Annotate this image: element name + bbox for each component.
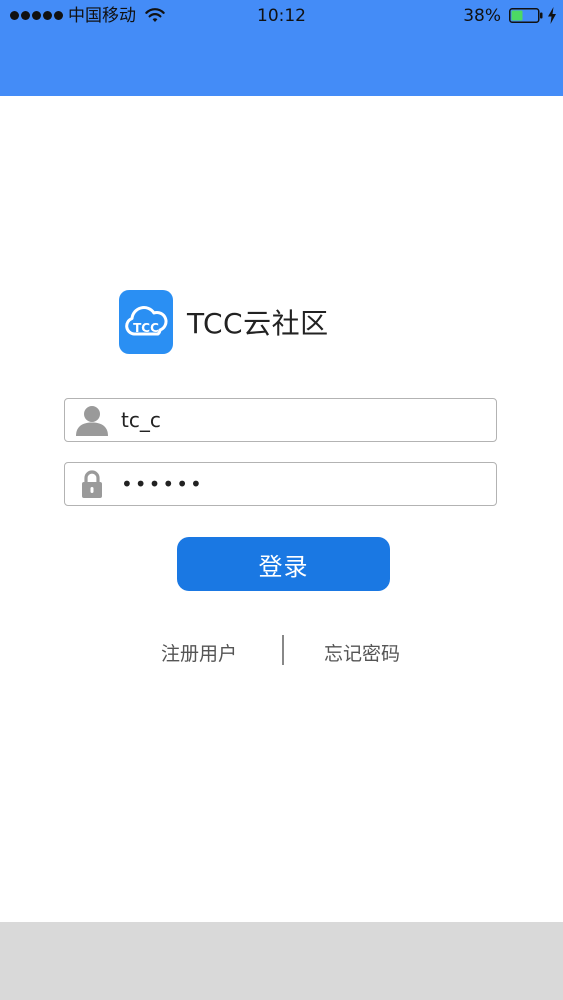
login-button[interactable]: 登录 [177, 537, 390, 591]
status-bar: 中国移动 10:12 38% [0, 0, 563, 34]
battery-percent: 38% [463, 6, 501, 26]
app-logo: TCC TCC云社区 [119, 290, 329, 354]
link-divider [282, 635, 284, 665]
password-input[interactable] [121, 463, 481, 504]
user-icon [76, 406, 108, 436]
cloud-logo-graphic: TCC [125, 306, 168, 336]
app-title: TCC云社区 [187, 307, 329, 340]
battery-icon [509, 8, 543, 23]
app-icon-text: TCC [133, 321, 159, 335]
username-field [64, 398, 497, 442]
password-field [64, 462, 497, 506]
username-input[interactable] [121, 399, 481, 440]
register-link[interactable]: 注册用户 [161, 639, 237, 666]
charging-bolt-icon [548, 7, 556, 24]
account-links: 注册用户 忘记密码 [0, 635, 563, 667]
bottom-bar [0, 922, 563, 1000]
cloud-icon: TCC [119, 290, 173, 354]
forgot-password-link[interactable]: 忘记密码 [324, 639, 400, 666]
header-bar: 中国移动 10:12 38% [0, 0, 563, 96]
lock-icon [82, 470, 102, 498]
login-screen: 中国移动 10:12 38% TCC TCC云社区 tc_c •••••• 登录… [0, 0, 563, 1000]
